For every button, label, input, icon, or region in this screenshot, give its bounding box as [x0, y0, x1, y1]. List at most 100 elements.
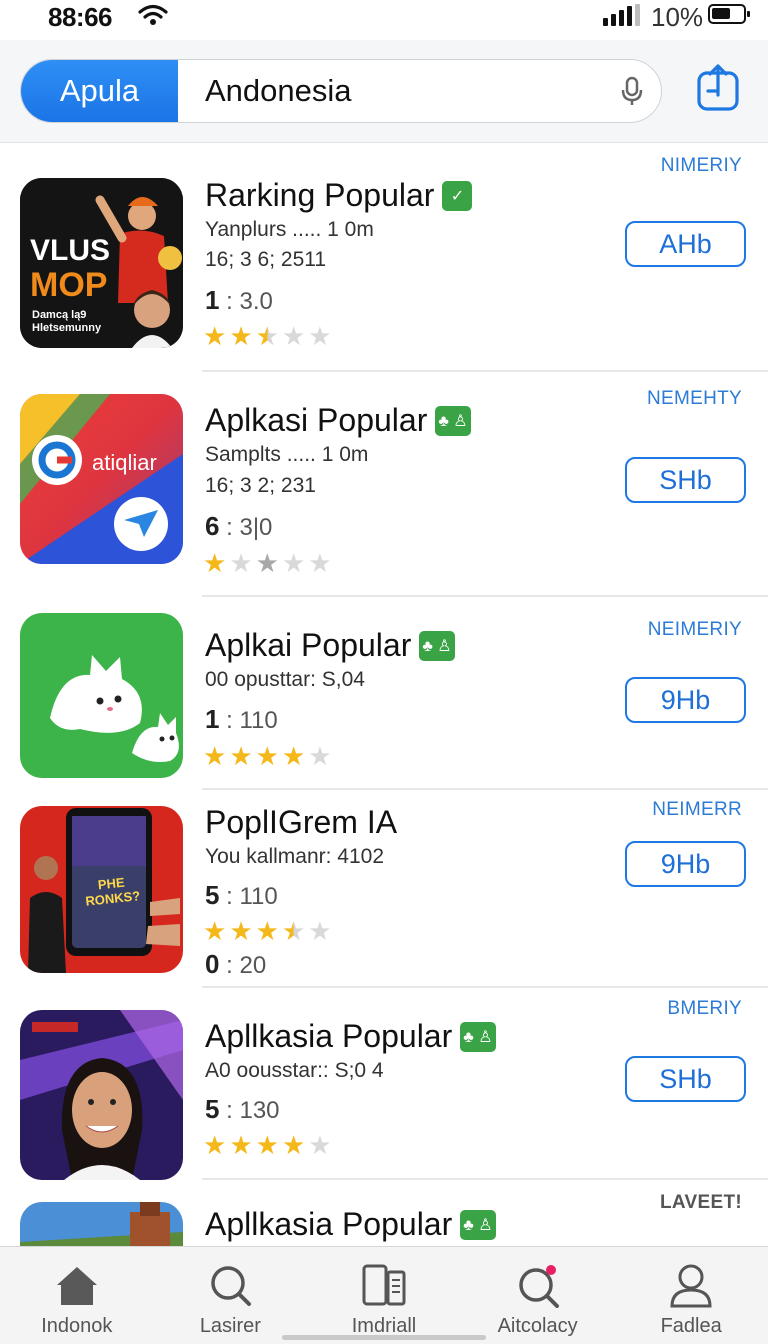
get-button[interactable]: 9Hb	[625, 841, 746, 887]
battery-icon	[708, 4, 750, 24]
tab-search[interactable]: Lasirer	[154, 1247, 308, 1344]
search-dot-icon	[515, 1261, 561, 1309]
verified-badge-icon: ♣ ♙	[435, 405, 471, 436]
star-icon: ★	[229, 1130, 253, 1160]
app-title: Aplkasi Popular	[205, 402, 428, 438]
app-title-row: PoplIGrem IA	[205, 804, 397, 841]
rating-value: 5 : 130	[205, 1094, 280, 1124]
app-title-row: Aplkai Popular ♣ ♙	[205, 627, 455, 664]
get-button[interactable]: 9Hb	[625, 677, 746, 723]
tab-label: Aitcolacy	[497, 1315, 578, 1337]
rating-value: 1 : 110	[205, 704, 278, 734]
search-bar[interactable]: Apula Andonesia	[20, 59, 662, 123]
verified-badge-icon: ♣ ♙	[460, 1021, 496, 1052]
app-title-row: Apllkasia Popular ♣ ♙	[205, 1206, 496, 1243]
battery-percent: 10%	[651, 2, 704, 32]
icon-text: Damcą lą9	[32, 309, 87, 321]
search-scope-button[interactable]: Apula	[21, 60, 178, 122]
app-tag: LAVEET!	[660, 1192, 742, 1213]
signal-icon	[603, 4, 640, 26]
app-meta: Samplts ..... 1 0m	[205, 443, 369, 466]
app-tag: NIMERIY	[660, 155, 742, 176]
app-icon[interactable]: atiqliar	[20, 394, 183, 564]
star-icon: ★	[308, 548, 332, 578]
status-time: 88:66	[48, 2, 113, 32]
rating-value: 1 : 3.0	[205, 285, 273, 315]
star-icon: ★	[281, 1130, 306, 1160]
star-rating: ★ ★ ★ ★ ★	[203, 323, 332, 349]
search-input[interactable]: Andonesia	[205, 60, 352, 122]
rating-value: 5 : 110	[205, 880, 278, 910]
star-icon: ★	[203, 741, 227, 771]
star-icon: ★	[255, 548, 279, 578]
app-title: Aplkai Popular	[205, 627, 412, 663]
list-item[interactable]: atiqliar Aplkasi Popular ♣ ♙ Samplts ...…	[0, 372, 768, 597]
app-title: Apllkasia Popular	[205, 1018, 453, 1054]
tab-home[interactable]: Indonok	[0, 1247, 154, 1344]
get-button[interactable]: SHb	[625, 1056, 746, 1102]
star-rating: ★ ★ ★ ★ ★	[203, 1132, 332, 1158]
verified-badge-icon: ♣ ♙	[419, 630, 455, 661]
search-header: Apula Andonesia	[0, 40, 768, 143]
tab-profile[interactable]: Fadlea	[614, 1247, 768, 1344]
rating-secondary: 0 : 20	[205, 949, 267, 979]
tab-activity[interactable]: Aitcolacy	[461, 1247, 615, 1344]
app-icon[interactable]: VLUS MOP Damcą lą9 Hletsemunny	[20, 178, 183, 348]
app-tag: NEIMERR	[652, 799, 742, 820]
app-tag: NEIMERIY	[647, 619, 742, 640]
star-icon: ★	[308, 916, 332, 946]
app-title-row: Aplkasi Popular ♣ ♙	[205, 402, 471, 439]
search-icon	[207, 1261, 253, 1309]
apps-icon	[360, 1261, 408, 1309]
app-icon[interactable]	[20, 1202, 183, 1246]
home-icon	[54, 1261, 100, 1309]
star-icon: ★	[281, 548, 306, 578]
star-icon: ★	[229, 916, 253, 946]
tab-label: Fadlea	[660, 1315, 722, 1337]
star-icon: ★	[281, 321, 306, 351]
list-item[interactable]: Apllkasia Popular ♣ ♙ A0 oousstar:: S;0 …	[0, 988, 768, 1180]
list-item[interactable]: VLUS MOP Damcą lą9 Hletsemunny Rarking P…	[0, 143, 768, 372]
star-icon: ★	[203, 321, 227, 351]
star-icon: ★	[255, 741, 279, 771]
star-icon: ★	[308, 741, 332, 771]
verified-badge-icon: ♣ ♙	[460, 1209, 496, 1240]
app-meta: A0 oousstar:: S;0 4	[205, 1059, 384, 1082]
share-icon[interactable]	[696, 63, 742, 116]
star-icon: ★	[308, 321, 332, 351]
wifi-icon	[138, 4, 168, 31]
icon-text: Hletsemunny	[32, 322, 102, 334]
tab-bar: Indonok Lasirer Imdriall Aitcolacy Fadle…	[0, 1246, 768, 1344]
app-title: Rarking Popular	[205, 177, 435, 213]
tab-label: Lasirer	[199, 1315, 261, 1337]
icon-text: atiqliar	[92, 450, 157, 475]
app-meta: 16; 3 6; 2511	[205, 248, 327, 271]
app-icon[interactable]	[20, 613, 183, 778]
app-meta: 16; 3 2; 231	[205, 474, 316, 497]
microphone-icon[interactable]	[621, 76, 643, 111]
verified-badge-icon: ✓	[442, 180, 473, 211]
icon-text: MOP	[30, 266, 108, 304]
list-item[interactable]: Apllkasia Popular ♣ ♙ LAVEET!	[0, 1180, 768, 1246]
get-button[interactable]: SHb	[625, 457, 746, 503]
star-icon: ★	[255, 321, 279, 351]
star-rating: ★ ★ ★ ★ ★	[203, 918, 332, 944]
tab-apps[interactable]: Imdriall	[307, 1247, 461, 1344]
star-rating: ★ ★ ★ ★ ★	[203, 550, 332, 576]
app-meta: You kallmanr: 4102	[205, 845, 385, 868]
list-item[interactable]: Aplkai Popular ♣ ♙ 00 opusttar: S,04 1 :…	[0, 597, 768, 790]
star-icon: ★	[229, 321, 253, 351]
home-indicator	[282, 1335, 486, 1340]
app-icon[interactable]: PHE RONKS?	[20, 806, 183, 973]
icon-text: VLUS	[30, 234, 111, 267]
app-icon[interactable]	[20, 1010, 183, 1180]
star-icon: ★	[203, 548, 227, 578]
star-icon: ★	[308, 1130, 332, 1160]
list-item[interactable]: PHE RONKS? PoplIGrem IA You kallmanr: 41…	[0, 790, 768, 988]
star-icon: ★	[229, 548, 253, 578]
app-title-row: Rarking Popular ✓	[205, 177, 473, 214]
star-icon: ★	[203, 1130, 227, 1160]
get-button[interactable]: AHb	[625, 221, 746, 267]
app-meta: Yanplurs ..... 1 0m	[205, 218, 374, 241]
rating-value: 6 : 3|0	[205, 511, 273, 541]
